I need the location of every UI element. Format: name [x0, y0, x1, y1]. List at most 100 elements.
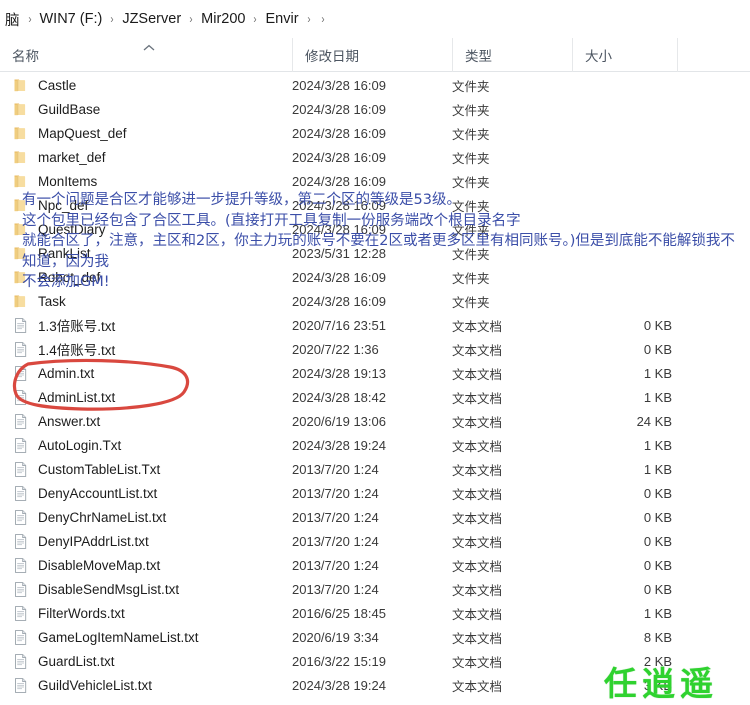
file-type-cell: 文本文档	[452, 607, 503, 622]
table-row[interactable]: Castle 2024/3/28 16:09 文件夹	[0, 73, 750, 97]
breadcrumb-item-4[interactable]: Envir	[262, 11, 301, 27]
file-name-cell[interactable]: MonItems	[0, 169, 292, 193]
file-modified-cell: 2024/3/28 16:09	[292, 149, 386, 165]
table-row[interactable]: DisableSendMsgList.txt 2013/7/20 1:24 文本文档…	[0, 577, 750, 601]
folder-icon	[12, 245, 29, 262]
file-name-cell[interactable]: RankList	[0, 241, 292, 265]
table-row[interactable]: GuardList.txt 2016/3/22 15:19 文本文档 2 KB	[0, 649, 750, 673]
table-row[interactable]: GameLogItemNameList.txt 2020/6/19 3:34 文本文…	[0, 625, 750, 649]
table-row[interactable]: RankList 2023/5/31 12:28 文件夹	[0, 241, 750, 265]
file-size-cell: 0 KB	[643, 533, 672, 549]
file-type-cell: 文件夹	[452, 223, 490, 238]
file-type-cell: 文本文档	[452, 583, 503, 598]
column-header-size[interactable]: 大小	[572, 38, 677, 72]
file-name-cell[interactable]: market_def	[0, 145, 292, 169]
table-row[interactable]: QuestDiary 2024/3/28 16:09 文件夹	[0, 217, 750, 241]
file-name-cell[interactable]: DisableSendMsgList.txt	[0, 577, 292, 601]
file-name-cell[interactable]: Robot_def	[0, 265, 292, 289]
file-name-cell[interactable]: AdminList.txt	[0, 385, 292, 409]
file-name-cell[interactable]: Task	[0, 289, 292, 313]
file-name-cell[interactable]: 1.3倍账号.txt	[0, 313, 292, 337]
file-name-cell[interactable]: AutoLogin.Txt	[0, 433, 292, 457]
table-row[interactable]: DenyAccountList.txt 2013/7/20 1:24 文本文档 0 K…	[0, 481, 750, 505]
table-row[interactable]: Task 2024/3/28 16:09 文件夹	[0, 289, 750, 313]
file-name-cell[interactable]: GuildBase	[0, 97, 292, 121]
file-name-cell[interactable]: 1.4倍账号.txt	[0, 337, 292, 361]
table-row[interactable]: Npc_def 2024/3/28 16:09 文件夹	[0, 193, 750, 217]
text-file-icon	[12, 317, 29, 334]
file-name-cell[interactable]: QuestDiary	[0, 217, 292, 241]
file-name-cell[interactable]: Answer.txt	[0, 409, 292, 433]
folder-icon	[12, 149, 29, 166]
file-size-cell: 2 KB	[643, 653, 672, 669]
file-type-cell: 文件夹	[452, 247, 490, 262]
column-header-modified[interactable]: 修改日期	[292, 38, 452, 72]
table-row[interactable]: Answer.txt 2020/6/19 13:06 文本文档 24 KB	[0, 409, 750, 433]
breadcrumb-separator-icon: ›	[110, 12, 114, 26]
text-file-icon	[12, 461, 29, 478]
file-name-cell[interactable]: Npc_def	[0, 193, 292, 217]
file-name-cell[interactable]: FilterWords.txt	[0, 601, 292, 625]
file-name-cell[interactable]: DenyChrNameList.txt	[0, 505, 292, 529]
breadcrumb[interactable]: 脑 › WIN7 (F:) › JZServer › Mir200 › Envir › ›	[0, 0, 750, 38]
file-name-label: AutoLogin.Txt	[38, 437, 122, 453]
file-type-cell: 文本文档	[452, 319, 503, 334]
table-row[interactable]: AutoLogin.Txt 2024/3/28 19:24 文本文档 1 KB	[0, 433, 750, 457]
folder-icon	[12, 101, 29, 118]
file-size-cell	[572, 169, 672, 193]
file-size-cell	[572, 73, 672, 97]
file-type-cell: 文件夹	[452, 79, 490, 94]
breadcrumb-item-1[interactable]: WIN7 (F:)	[37, 11, 106, 27]
column-header-name[interactable]: 名称	[0, 38, 292, 72]
folder-icon	[12, 269, 29, 286]
table-row[interactable]: market_def 2024/3/28 16:09 文件夹	[0, 145, 750, 169]
table-row[interactable]: MapQuest_def 2024/3/28 16:09 文件夹	[0, 121, 750, 145]
file-name-cell[interactable]: GameLogItemNameList.txt	[0, 625, 292, 649]
breadcrumb-item-0[interactable]: 脑	[2, 9, 23, 30]
file-name-label: MapQuest_def	[38, 125, 127, 141]
table-row[interactable]: AdminList.txt 2024/3/28 18:42 文本文档 1 KB	[0, 385, 750, 409]
file-type-cell: 文本文档	[452, 511, 503, 526]
column-header-name-label: 名称	[12, 49, 39, 64]
column-header-type[interactable]: 类型	[452, 38, 572, 72]
file-name-cell[interactable]: DenyAccountList.txt	[0, 481, 292, 505]
file-name-cell[interactable]: GuardList.txt	[0, 649, 292, 673]
table-row[interactable]: MonItems 2024/3/28 16:09 文件夹	[0, 169, 750, 193]
file-name-label: Admin.txt	[38, 365, 95, 381]
table-row[interactable]: 1.3倍账号.txt 2020/7/16 23:51 文本文档 0 KB	[0, 313, 750, 337]
file-size-cell: 0 KB	[643, 557, 672, 573]
table-row[interactable]: DisableMoveMap.txt 2013/7/20 1:24 文本文档 0 KB	[0, 553, 750, 577]
table-row[interactable]: DenyIPAddrList.txt 2013/7/20 1:24 文本文档 0 KB	[0, 529, 750, 553]
text-file-icon	[12, 677, 29, 694]
file-name-cell[interactable]: DenyIPAddrList.txt	[0, 529, 292, 553]
file-name-cell[interactable]: DisableMoveMap.txt	[0, 553, 292, 577]
text-file-icon	[12, 533, 29, 550]
file-size-cell: 1 KB	[643, 461, 672, 477]
file-name-cell[interactable]: GuildVehicleList.txt	[0, 673, 292, 697]
table-row[interactable]: Admin.txt 2024/3/28 19:13 文本文档 1 KB	[0, 361, 750, 385]
file-name-label: market_def	[38, 149, 106, 165]
table-row[interactable]: DenyChrNameList.txt 2013/7/20 1:24 文本文档 0 K…	[0, 505, 750, 529]
file-modified-cell: 2013/7/20 1:24	[292, 509, 379, 525]
folder-icon	[12, 293, 29, 310]
sort-ascending-icon	[142, 43, 156, 53]
file-name-cell[interactable]: Admin.txt	[0, 361, 292, 385]
breadcrumb-item-2[interactable]: JZServer	[119, 11, 184, 27]
table-row[interactable]: GuildBase 2024/3/28 16:09 文件夹	[0, 97, 750, 121]
file-list[interactable]: Castle 2024/3/28 16:09 文件夹 GuildBase 2024/3/…	[0, 73, 750, 697]
file-modified-cell: 2020/6/19 13:06	[292, 413, 386, 429]
table-row[interactable]: Robot_def 2024/3/28 16:09 文件夹	[0, 265, 750, 289]
file-name-cell[interactable]: Castle	[0, 73, 292, 97]
file-name-cell[interactable]: MapQuest_def	[0, 121, 292, 145]
file-type-cell: 文本文档	[452, 655, 503, 670]
file-name-cell[interactable]: CustomTableList.Txt	[0, 457, 292, 481]
table-row[interactable]: FilterWords.txt 2016/6/25 18:45 文本文档 1 KB	[0, 601, 750, 625]
table-row[interactable]: GuildVehicleList.txt 2024/3/28 19:24 文本文档 3…	[0, 673, 750, 697]
breadcrumb-item-3[interactable]: Mir200	[198, 11, 248, 27]
file-name-label: CustomTableList.Txt	[38, 461, 161, 477]
text-file-icon	[12, 629, 29, 646]
table-row[interactable]: 1.4倍账号.txt 2020/7/22 1:36 文本文档 0 KB	[0, 337, 750, 361]
file-modified-cell: 2024/3/28 19:24	[292, 677, 386, 693]
table-row[interactable]: CustomTableList.Txt 2013/7/20 1:24 文本文档 1 K…	[0, 457, 750, 481]
file-size-cell	[572, 241, 672, 265]
